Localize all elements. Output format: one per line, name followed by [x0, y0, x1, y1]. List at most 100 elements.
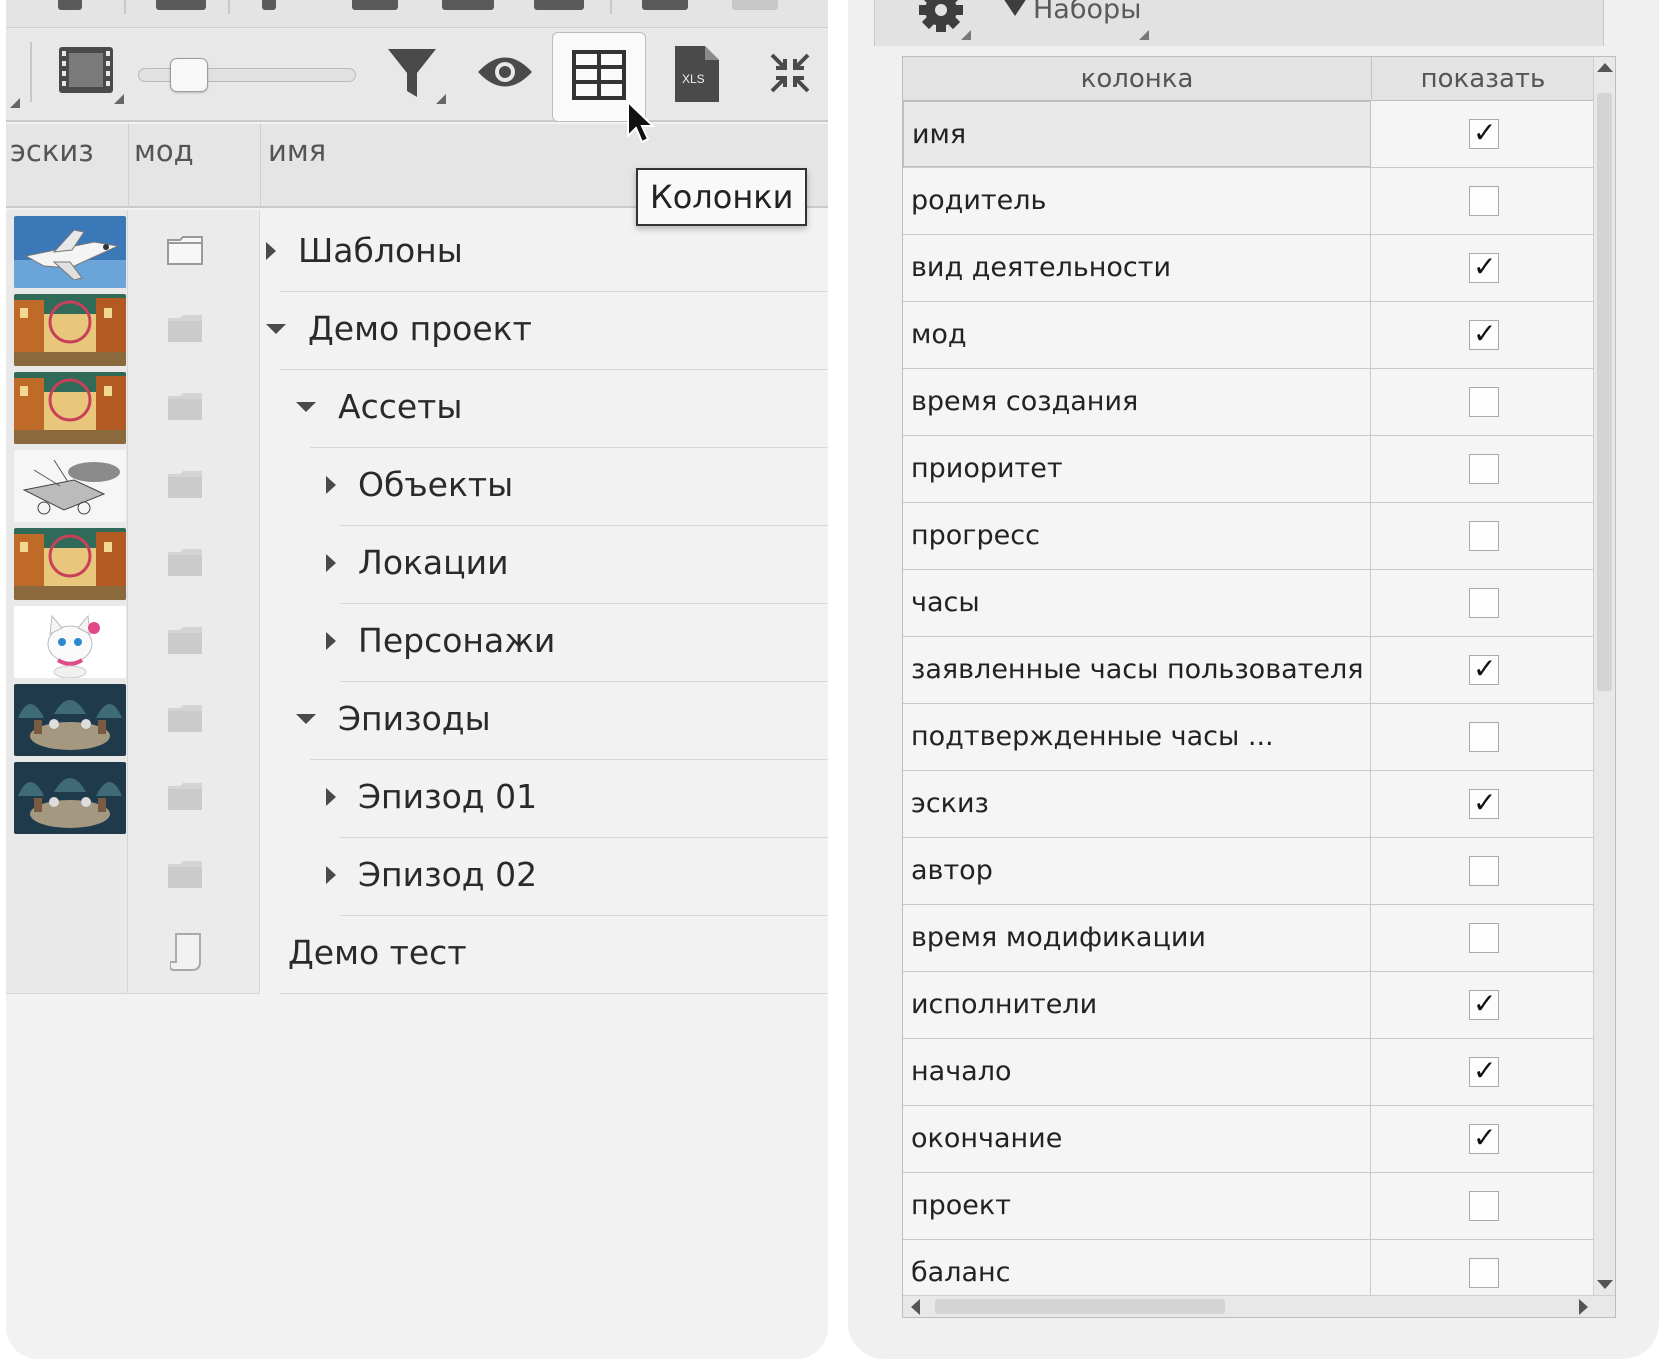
- show-checkbox[interactable]: [1469, 987, 1499, 1020]
- show-checkbox[interactable]: [1469, 521, 1499, 551]
- tree-row[interactable]: Демо проект: [6, 288, 828, 370]
- paste-icon[interactable]: [534, 0, 584, 10]
- collapse-icon[interactable]: [766, 48, 814, 98]
- expand-arrow-down-icon[interactable]: [266, 323, 286, 334]
- column-row[interactable]: прогресс: [903, 503, 1595, 570]
- scroll-left-icon[interactable]: [911, 1299, 920, 1315]
- tree-row[interactable]: Ассеты: [6, 366, 828, 448]
- dropdown-corner-icon[interactable]: [10, 98, 20, 108]
- show-checkbox[interactable]: [1469, 856, 1499, 886]
- tree-item[interactable]: Эпизод 01: [326, 756, 537, 838]
- vertical-scrollbar[interactable]: [1593, 57, 1615, 1297]
- tree-item[interactable]: Объекты: [326, 444, 513, 526]
- filter-icon[interactable]: [384, 44, 440, 104]
- horizontal-scrollbar[interactable]: [903, 1295, 1615, 1317]
- show-checkbox[interactable]: [1469, 1054, 1499, 1087]
- layers-icon[interactable]: [642, 0, 688, 10]
- column-row[interactable]: автор: [903, 838, 1595, 905]
- show-checkbox[interactable]: [1469, 652, 1499, 685]
- column-row[interactable]: эскиз: [903, 771, 1595, 838]
- redo-icon[interactable]: [352, 0, 398, 10]
- expand-arrow-right-icon[interactable]: [266, 241, 276, 260]
- header-divider[interactable]: [260, 124, 261, 208]
- column-row[interactable]: начало: [903, 1039, 1595, 1106]
- header-thumb[interactable]: эскиз: [6, 124, 128, 208]
- xls-file-icon[interactable]: XLS: [672, 44, 722, 104]
- header-mod[interactable]: мод: [130, 124, 260, 208]
- show-checkbox[interactable]: [1469, 722, 1499, 752]
- dropdown-corner-icon[interactable]: [1139, 30, 1149, 40]
- calendar-icon[interactable]: [58, 0, 82, 10]
- show-checkbox[interactable]: [1469, 1191, 1499, 1221]
- tree-row[interactable]: Демо тест: [6, 912, 828, 994]
- expand-arrow-down-icon[interactable]: [296, 401, 316, 412]
- sets-dropdown-label[interactable]: Наборы: [1033, 0, 1141, 25]
- scroll-up-icon[interactable]: [1597, 63, 1613, 72]
- column-row[interactable]: окончание: [903, 1106, 1595, 1173]
- expand-arrow-right-icon[interactable]: [326, 631, 336, 650]
- tree-row[interactable]: Эпизод 01: [6, 756, 828, 838]
- undo-icon[interactable]: [262, 0, 276, 10]
- tree-item[interactable]: Шаблоны: [266, 210, 463, 292]
- show-checkbox[interactable]: [1469, 116, 1499, 149]
- expand-arrow-down-icon[interactable]: [296, 713, 316, 724]
- tree-item[interactable]: Персонажи: [326, 600, 555, 682]
- tree-item[interactable]: Демо проект: [266, 288, 532, 370]
- show-checkbox[interactable]: [1469, 250, 1499, 283]
- column-row[interactable]: мод: [903, 302, 1595, 369]
- thumbnail-image[interactable]: [14, 528, 126, 600]
- header-name[interactable]: имя: [264, 124, 624, 208]
- tree-row[interactable]: Персонажи: [6, 600, 828, 682]
- dropdown-corner-icon[interactable]: [436, 94, 446, 104]
- scroll-down-icon[interactable]: [1597, 1280, 1613, 1289]
- column-row[interactable]: заявленные часы пользователя: [903, 637, 1595, 704]
- tree-row[interactable]: Объекты: [6, 444, 828, 526]
- thumbnail-image[interactable]: [14, 372, 126, 444]
- film-icon[interactable]: [56, 42, 116, 98]
- thumbnail-image[interactable]: [14, 762, 126, 834]
- column-row[interactable]: время создания: [903, 369, 1595, 436]
- column-row[interactable]: время модификации: [903, 905, 1595, 972]
- column-row[interactable]: исполнители: [903, 972, 1595, 1039]
- show-checkbox[interactable]: [1469, 454, 1499, 484]
- show-checkbox[interactable]: [1469, 1258, 1499, 1288]
- copy-icon[interactable]: [442, 0, 494, 10]
- expand-arrow-right-icon[interactable]: [326, 865, 336, 884]
- tree-item[interactable]: Ассеты: [296, 366, 462, 448]
- show-checkbox[interactable]: [1469, 923, 1499, 953]
- column-row[interactable]: родитель: [903, 168, 1595, 235]
- column-row[interactable]: имя: [903, 101, 1595, 168]
- show-checkbox[interactable]: [1469, 786, 1499, 819]
- show-checkbox[interactable]: [1469, 588, 1499, 618]
- tree-row[interactable]: Локации: [6, 522, 828, 604]
- scroll-right-icon[interactable]: [1579, 1299, 1588, 1315]
- dropdown-corner-icon[interactable]: [114, 94, 124, 104]
- thumbnail-image[interactable]: [14, 294, 126, 366]
- slider-handle[interactable]: [170, 58, 208, 92]
- header-divider[interactable]: [128, 124, 129, 208]
- header-column[interactable]: колонка: [903, 57, 1371, 101]
- show-checkbox[interactable]: [1469, 387, 1499, 417]
- expand-arrow-right-icon[interactable]: [326, 787, 336, 806]
- tree-row[interactable]: Эпизоды: [6, 678, 828, 760]
- column-row[interactable]: подтвержденные часы ...: [903, 704, 1595, 771]
- header-show[interactable]: показать: [1372, 57, 1594, 101]
- thumbnail-image[interactable]: [14, 216, 126, 288]
- gallery-icon[interactable]: [156, 0, 206, 10]
- gear-icon[interactable]: [917, 0, 965, 38]
- column-row[interactable]: часы: [903, 570, 1595, 637]
- show-checkbox[interactable]: [1469, 186, 1499, 216]
- tree-row[interactable]: Эпизод 02: [6, 834, 828, 916]
- column-row[interactable]: проект: [903, 1173, 1595, 1240]
- expand-arrow-right-icon[interactable]: [326, 553, 336, 572]
- thumbnail-image[interactable]: [14, 450, 126, 522]
- vertical-scroll-thumb[interactable]: [1597, 93, 1612, 691]
- tree-item[interactable]: Эпизоды: [296, 678, 491, 760]
- dropdown-corner-icon[interactable]: [961, 30, 971, 40]
- show-checkbox[interactable]: [1469, 1121, 1499, 1154]
- tree-item[interactable]: Демо тест: [288, 912, 467, 994]
- thumbnail-image[interactable]: [14, 684, 126, 756]
- column-row[interactable]: вид деятельности: [903, 235, 1595, 302]
- tree-item[interactable]: Эпизод 02: [326, 834, 537, 916]
- tree-item[interactable]: Локации: [326, 522, 509, 604]
